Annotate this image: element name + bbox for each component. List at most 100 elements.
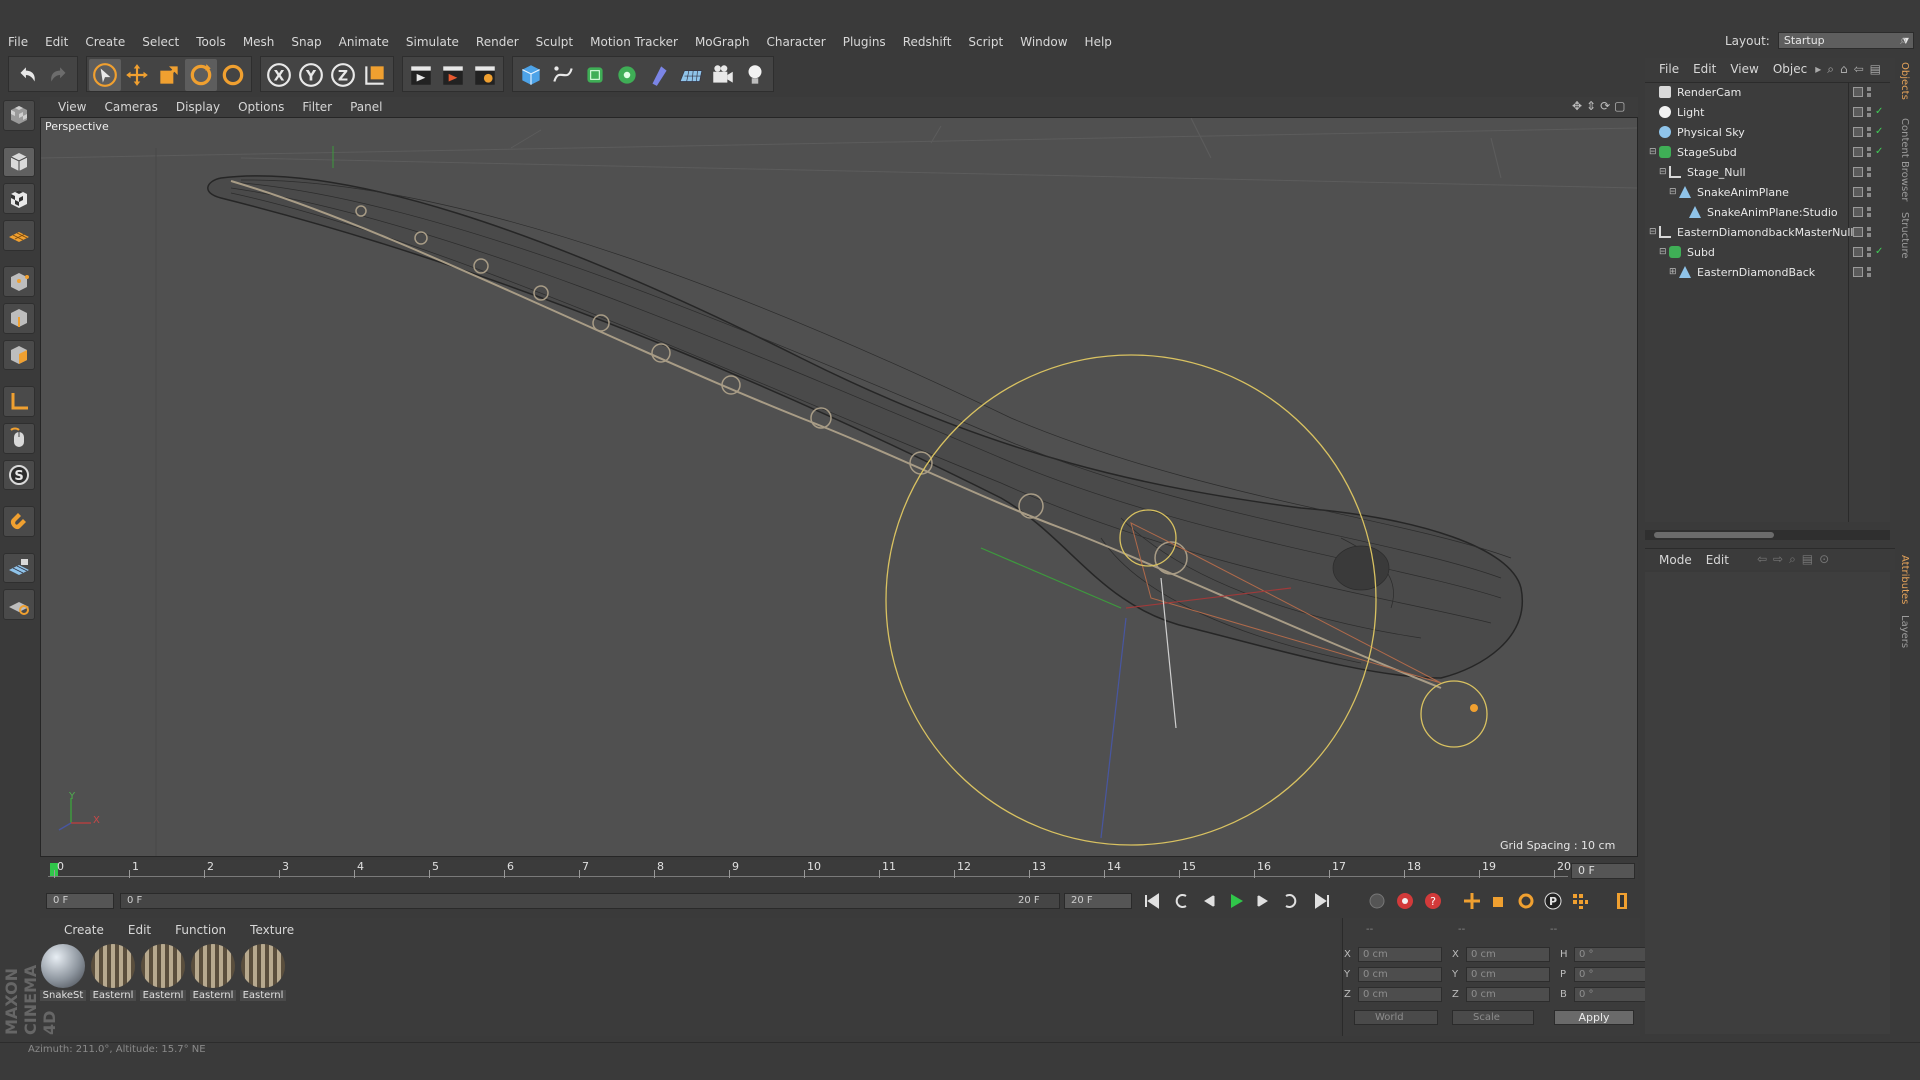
autokey-button[interactable]: ? [1421, 889, 1445, 913]
recent-tool-button[interactable] [217, 59, 249, 91]
viewport-menu-options[interactable]: Options [238, 100, 284, 114]
key-parameter-button[interactable]: P [1541, 889, 1565, 913]
enabled-check-icon[interactable] [1875, 87, 1885, 97]
coordinate-mode-dropdown[interactable]: Scale [1452, 1010, 1534, 1025]
snap-button[interactable] [3, 506, 35, 537]
menu-simulate[interactable]: Simulate [406, 35, 459, 49]
viewport-menu-filter[interactable]: Filter [302, 100, 332, 114]
rotation-h-field[interactable]: 0 ° [1574, 947, 1654, 962]
visibility-flags[interactable]: ✓ [1853, 127, 1885, 137]
apply-button[interactable]: Apply [1554, 1010, 1634, 1025]
visibility-flags[interactable]: ✓ [1853, 107, 1885, 117]
visibility-flags[interactable] [1853, 167, 1885, 177]
edit-tag-icon[interactable] [1853, 107, 1863, 117]
floor-button[interactable] [675, 59, 707, 91]
snout-controller-circle[interactable] [1420, 680, 1488, 748]
cube-button[interactable] [515, 59, 547, 91]
render-picture-viewer-button[interactable] [437, 59, 469, 91]
points-mode-button[interactable] [3, 266, 35, 298]
menu-snap[interactable]: Snap [291, 35, 321, 49]
scale-tool-button[interactable] [153, 59, 185, 91]
visibility-dots-icon[interactable] [1867, 267, 1871, 277]
material-menu-function[interactable]: Function [175, 923, 226, 937]
visibility-dots-icon[interactable] [1867, 127, 1871, 137]
workplane-align-button[interactable] [3, 589, 35, 621]
om-menu-objects[interactable]: Objec [1773, 62, 1807, 76]
collapse-toggle[interactable]: ⊟ [1659, 247, 1669, 257]
om-menu-edit[interactable]: Edit [1693, 62, 1716, 76]
visibility-dots-icon[interactable] [1867, 207, 1871, 217]
enabled-check-icon[interactable] [1875, 267, 1885, 277]
menu-animate[interactable]: Animate [339, 35, 389, 49]
enabled-check-icon[interactable]: ✓ [1875, 147, 1885, 157]
tab-content-browser[interactable]: Content Browser [1899, 118, 1910, 201]
menu-motion-tracker[interactable]: Motion Tracker [590, 35, 678, 49]
enabled-check-icon[interactable]: ✓ [1875, 127, 1885, 137]
collapse-toggle[interactable]: ⊟ [1649, 227, 1659, 237]
range-slider[interactable]: 0 F [120, 893, 1060, 909]
tweak-mode-button[interactable] [3, 422, 35, 454]
key-rotation-button[interactable] [1514, 889, 1538, 913]
collapse-toggle[interactable]: ⊟ [1659, 167, 1669, 177]
menu-render[interactable]: Render [476, 35, 519, 49]
tab-objects[interactable]: Objects [1899, 62, 1910, 100]
edges-mode-button[interactable] [3, 303, 35, 334]
texture-mode-button[interactable] [3, 183, 35, 214]
visibility-dots-icon[interactable] [1867, 147, 1871, 157]
collapse-toggle[interactable]: ⊟ [1669, 187, 1679, 197]
z-axis-button[interactable]: Z [327, 59, 359, 91]
tab-attributes[interactable]: Attributes [1899, 555, 1910, 604]
size-y-field[interactable]: 0 cm [1466, 967, 1550, 982]
next-frame-button[interactable] [1251, 889, 1275, 913]
enabled-check-icon[interactable] [1875, 207, 1885, 217]
viewport-menu-panel[interactable]: Panel [350, 100, 382, 114]
key-scale-button[interactable] [1487, 889, 1511, 913]
key-pla-button[interactable] [1568, 889, 1592, 913]
current-frame-field[interactable]: 0 F [1571, 863, 1635, 879]
visibility-flags[interactable]: ✓ [1853, 147, 1885, 157]
menu-character[interactable]: Character [766, 35, 825, 49]
edit-tag-icon[interactable] [1853, 227, 1863, 237]
timeline-window-button[interactable] [1610, 889, 1634, 913]
menu-help[interactable]: Help [1085, 35, 1112, 49]
cloner-button[interactable] [611, 59, 643, 91]
collapse-toggle[interactable]: ⊞ [1669, 267, 1679, 277]
rotate-tool-button[interactable] [185, 59, 217, 91]
menu-file[interactable]: File [8, 35, 28, 49]
coordinate-space-dropdown[interactable]: World [1354, 1010, 1438, 1025]
position-z-field[interactable]: 0 cm [1358, 987, 1442, 1002]
size-z-field[interactable]: 0 cm [1466, 987, 1550, 1002]
viewport-nav-icons[interactable]: ✥⇕⟳▢ [1572, 99, 1630, 113]
visibility-flags[interactable] [1853, 87, 1885, 97]
make-editable-button[interactable] [3, 100, 35, 131]
workplane-lock-button[interactable] [3, 552, 35, 584]
visibility-dots-icon[interactable] [1867, 227, 1871, 237]
visibility-dots-icon[interactable] [1867, 107, 1871, 117]
enabled-check-icon[interactable] [1875, 167, 1885, 177]
polygons-mode-button[interactable] [3, 339, 35, 371]
material-menu-edit[interactable]: Edit [128, 923, 151, 937]
goto-start-button[interactable] [1140, 889, 1164, 913]
end-frame-field[interactable]: 20 F [1064, 893, 1132, 909]
select-tool-button[interactable] [89, 59, 121, 91]
enabled-check-icon[interactable]: ✓ [1875, 107, 1885, 117]
play-button[interactable] [1224, 889, 1248, 913]
rotation-p-field[interactable]: 0 ° [1574, 967, 1654, 982]
model-mode-button[interactable] [3, 146, 35, 178]
prev-key-button[interactable] [1170, 889, 1194, 913]
snout-handle[interactable] [1470, 704, 1478, 712]
key-position-button[interactable] [1460, 889, 1484, 913]
collapse-toggle[interactable]: ⊟ [1649, 147, 1659, 157]
visibility-dots-icon[interactable] [1867, 247, 1871, 257]
size-x-field[interactable]: 0 cm [1466, 947, 1550, 962]
edit-tag-icon[interactable] [1853, 147, 1863, 157]
menu-mesh[interactable]: Mesh [243, 35, 275, 49]
rotation-b-field[interactable]: 0 ° [1574, 987, 1654, 1002]
menu-tools[interactable]: Tools [196, 35, 226, 49]
camera-button[interactable] [707, 59, 739, 91]
menu-sculpt[interactable]: Sculpt [536, 35, 573, 49]
viewport-menu-cameras[interactable]: Cameras [104, 100, 157, 114]
visibility-flags[interactable] [1853, 267, 1885, 277]
attr-toolbar-icons[interactable]: ⇦⇨⌕▤⊙ [1757, 552, 1835, 567]
layout-select[interactable]: Startup ▼ [1777, 32, 1914, 49]
